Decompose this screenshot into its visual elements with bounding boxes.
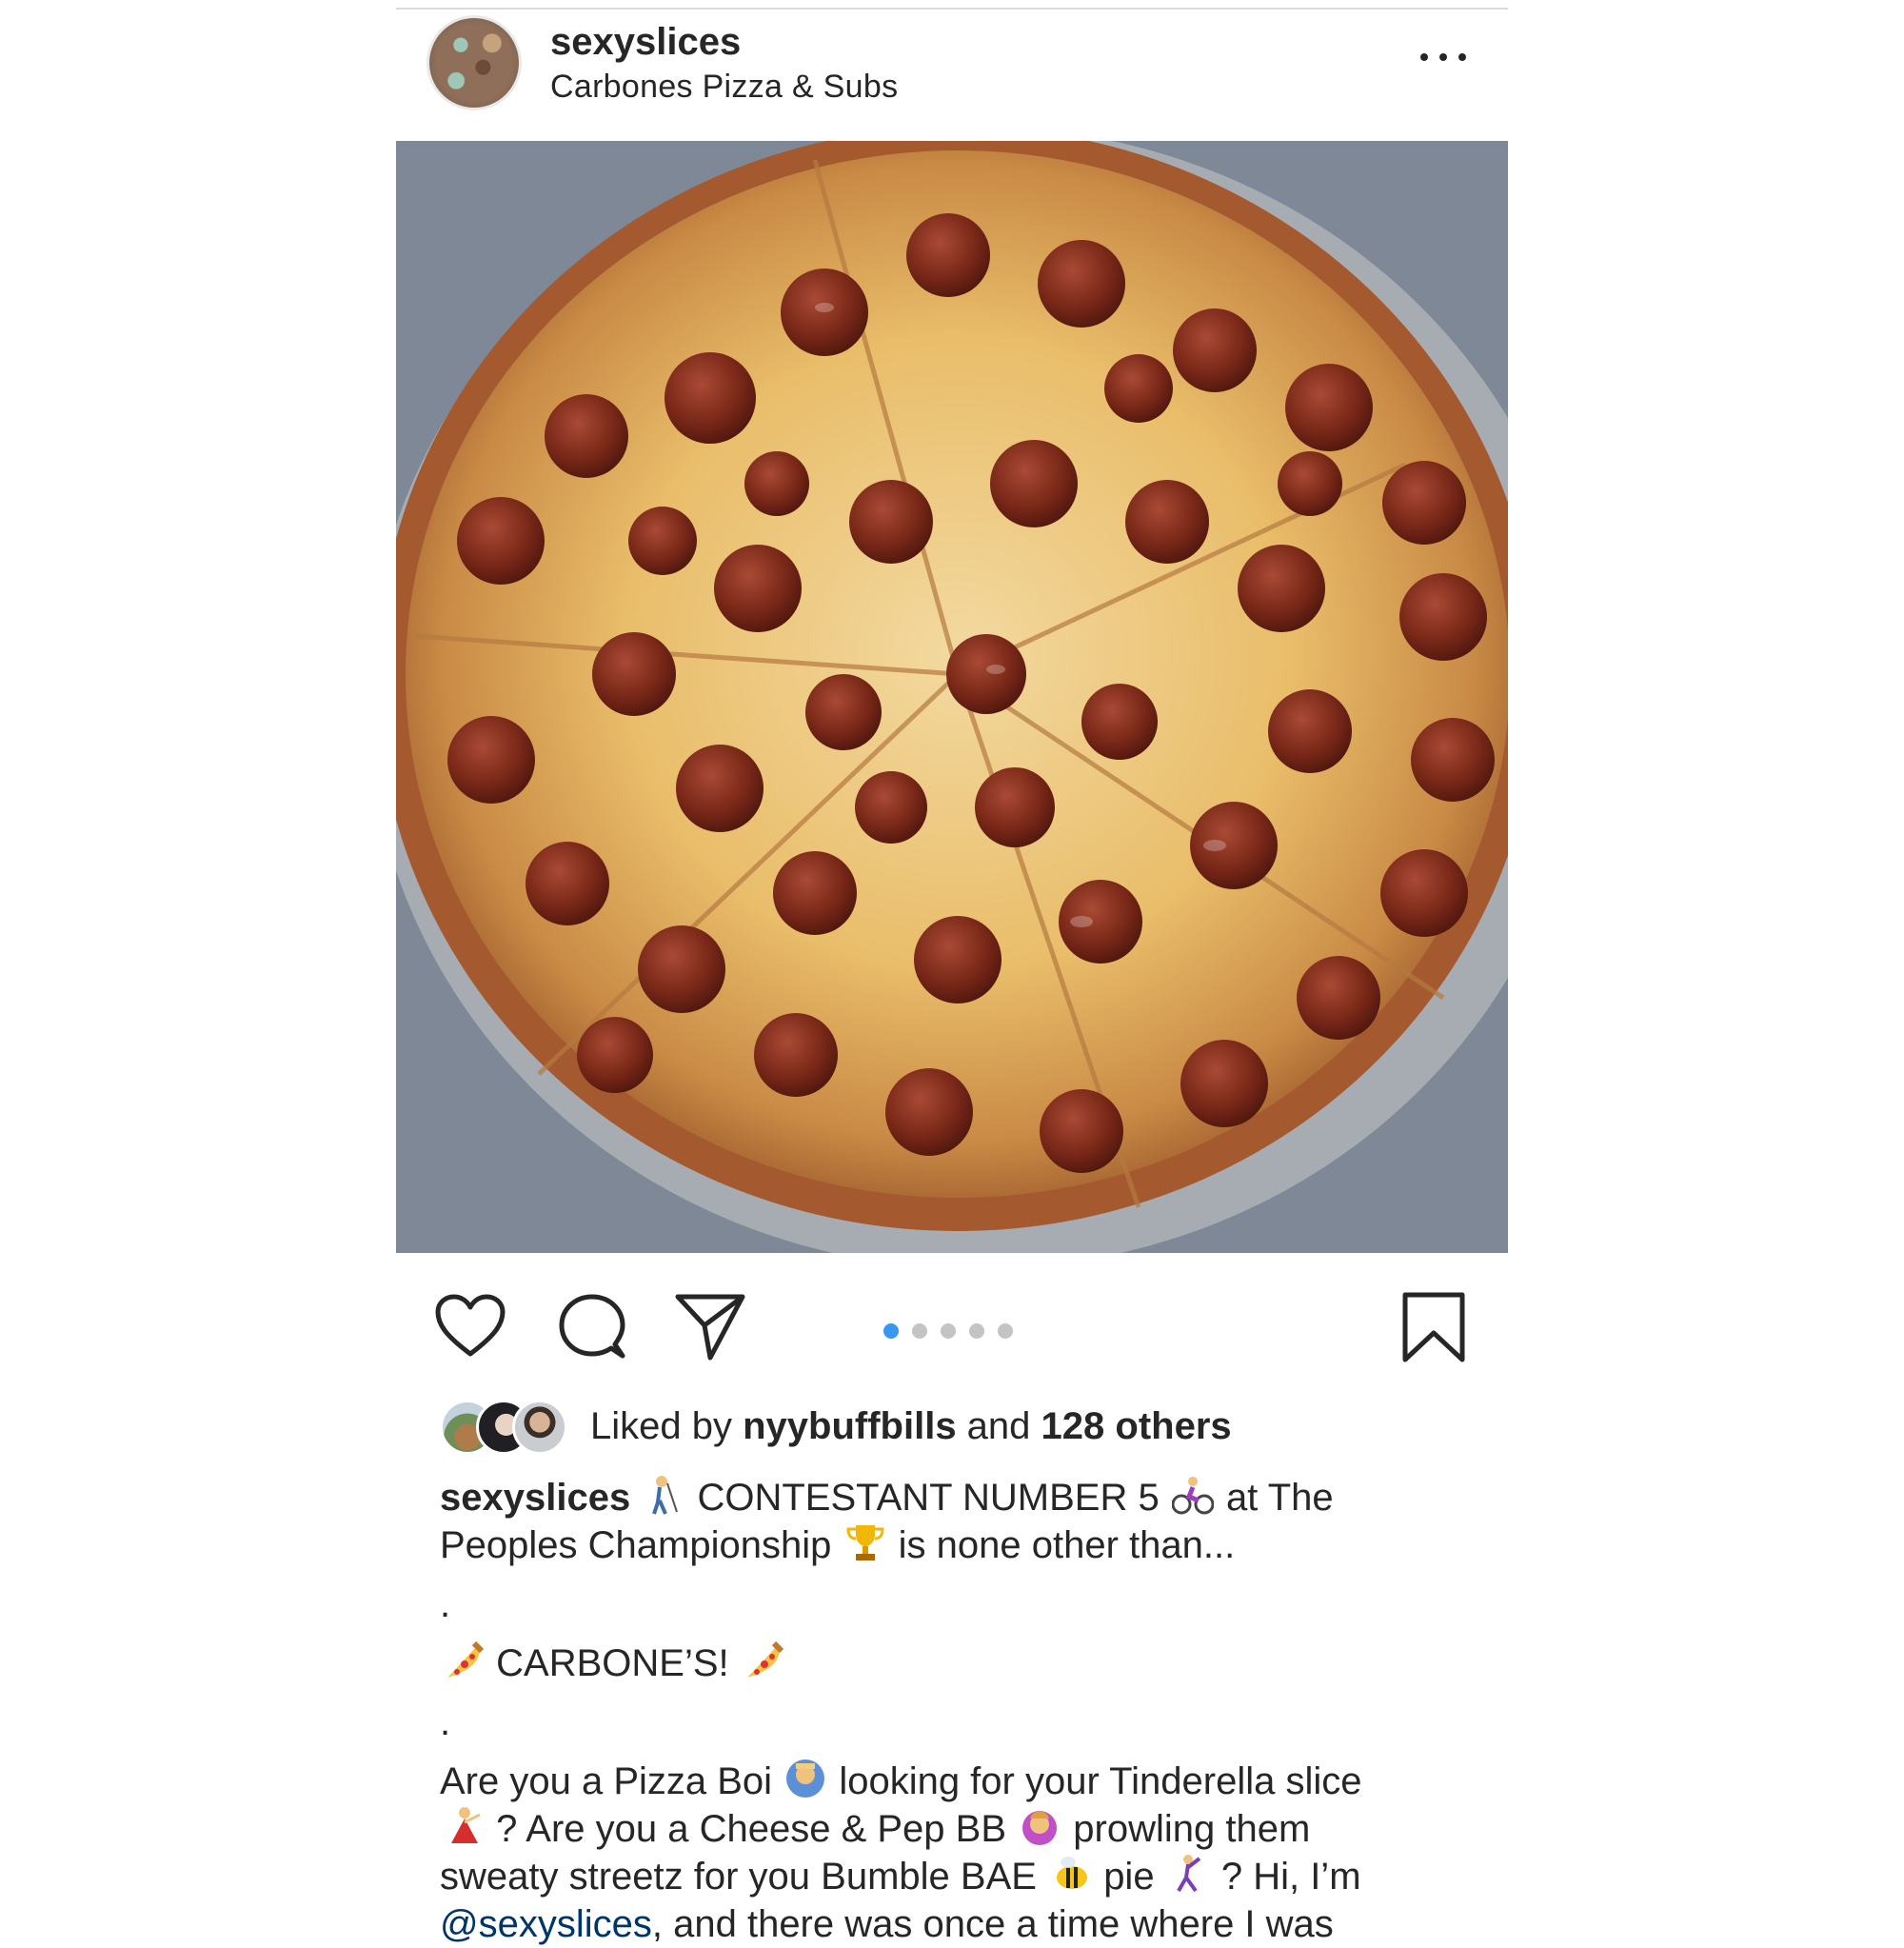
golfer-emoji-icon (652, 1476, 679, 1515)
pizza-emoji-icon (447, 1640, 484, 1678)
pizza-image (396, 141, 1508, 1253)
cyclist-emoji-icon (1171, 1477, 1214, 1515)
caption-text: , and there was once a time where I was (651, 1903, 1334, 1945)
caption-text: CONTESTANT NUMBER 5 (697, 1477, 1160, 1519)
likes-row: Liked by nyybuffbills and 128 others (440, 1400, 1487, 1457)
caption-text: ? Are you a Cheese & Pep BB (496, 1808, 1007, 1850)
woman-gesturing-emoji-icon (1022, 1811, 1058, 1845)
caption: sexyslices CONTESTANT NUMBER 5 at The Pe… (440, 1474, 1487, 1948)
man-gesturing-emoji-icon (786, 1759, 825, 1798)
man-dancing-emoji-icon (1176, 1855, 1200, 1893)
caption-text: at The (1225, 1477, 1334, 1519)
post-username[interactable]: sexyslices (550, 21, 741, 64)
caption-separator: . (440, 1701, 451, 1743)
caption-text: Peoples Championship (440, 1524, 832, 1566)
bookmark-icon[interactable] (1401, 1291, 1466, 1368)
comment-icon[interactable] (558, 1293, 626, 1366)
caption-line: sexyslices CONTESTANT NUMBER 5 at The (440, 1474, 1487, 1521)
carousel-dot (969, 1323, 984, 1339)
likes-middle: and (956, 1405, 1041, 1447)
paper-plane-icon[interactable] (674, 1291, 746, 1366)
caption-line: Peoples Championship is none other than.… (440, 1521, 1487, 1569)
likes-prefix: Liked by (590, 1405, 744, 1447)
caption-line: Are you a Pizza Boi looking for your Tin… (440, 1758, 1487, 1805)
carousel-dot (941, 1323, 956, 1339)
post-location[interactable]: Carbones Pizza & Subs (550, 69, 898, 106)
instagram-post: sexyslices Carbones Pizza & Subs Liked b… (396, 0, 1508, 1945)
caption-text: pie (1103, 1856, 1155, 1898)
pizza-emoji-icon (746, 1640, 783, 1678)
carousel-dot (912, 1323, 927, 1339)
dancer-emoji-icon (451, 1807, 481, 1843)
caption-separator: . (440, 1583, 451, 1625)
caption-line: @sexyslices, and there was once a time w… (440, 1900, 1487, 1948)
carousel-dot (998, 1323, 1013, 1339)
avatar[interactable] (426, 15, 522, 110)
liker-avatar[interactable] (512, 1400, 567, 1455)
ellipsis-icon[interactable] (1420, 48, 1466, 67)
caption-line: sweaty streetz for you Bumble BAE pie ? … (440, 1853, 1487, 1900)
caption-username[interactable]: sexyslices (440, 1477, 630, 1519)
post-image[interactable] (396, 141, 1508, 1253)
heart-icon[interactable] (434, 1293, 506, 1364)
likes-count[interactable]: 128 others (1041, 1405, 1232, 1447)
caption-text: ? Hi, I’m (1220, 1856, 1361, 1898)
caption-mention[interactable]: @sexyslices (440, 1903, 652, 1945)
carousel-dot-active (883, 1323, 899, 1339)
caption-text: is none other than... (898, 1524, 1236, 1566)
action-bar (396, 1253, 1508, 1386)
bee-emoji-icon (1057, 1857, 1088, 1889)
caption-text: CARBONE’S! (496, 1642, 729, 1684)
caption-headline: CARBONE’S! (440, 1640, 1487, 1687)
likes-summary[interactable]: Liked by nyybuffbills and 128 others (590, 1405, 1232, 1448)
caption-text: Are you a Pizza Boi (440, 1760, 773, 1802)
caption-text: sweaty streetz for you Bumble BAE (440, 1856, 1037, 1898)
caption-text: prowling them (1073, 1808, 1311, 1850)
caption-line: ? Are you a Cheese & Pep BB prowling the… (440, 1805, 1487, 1853)
post-header: sexyslices Carbones Pizza & Subs (396, 10, 1508, 141)
liker-username[interactable]: nyybuffbills (743, 1405, 956, 1447)
trophy-emoji-icon (845, 1525, 884, 1560)
caption-text: looking for your Tinderella slice (839, 1760, 1362, 1802)
carousel-indicator (883, 1322, 1013, 1341)
